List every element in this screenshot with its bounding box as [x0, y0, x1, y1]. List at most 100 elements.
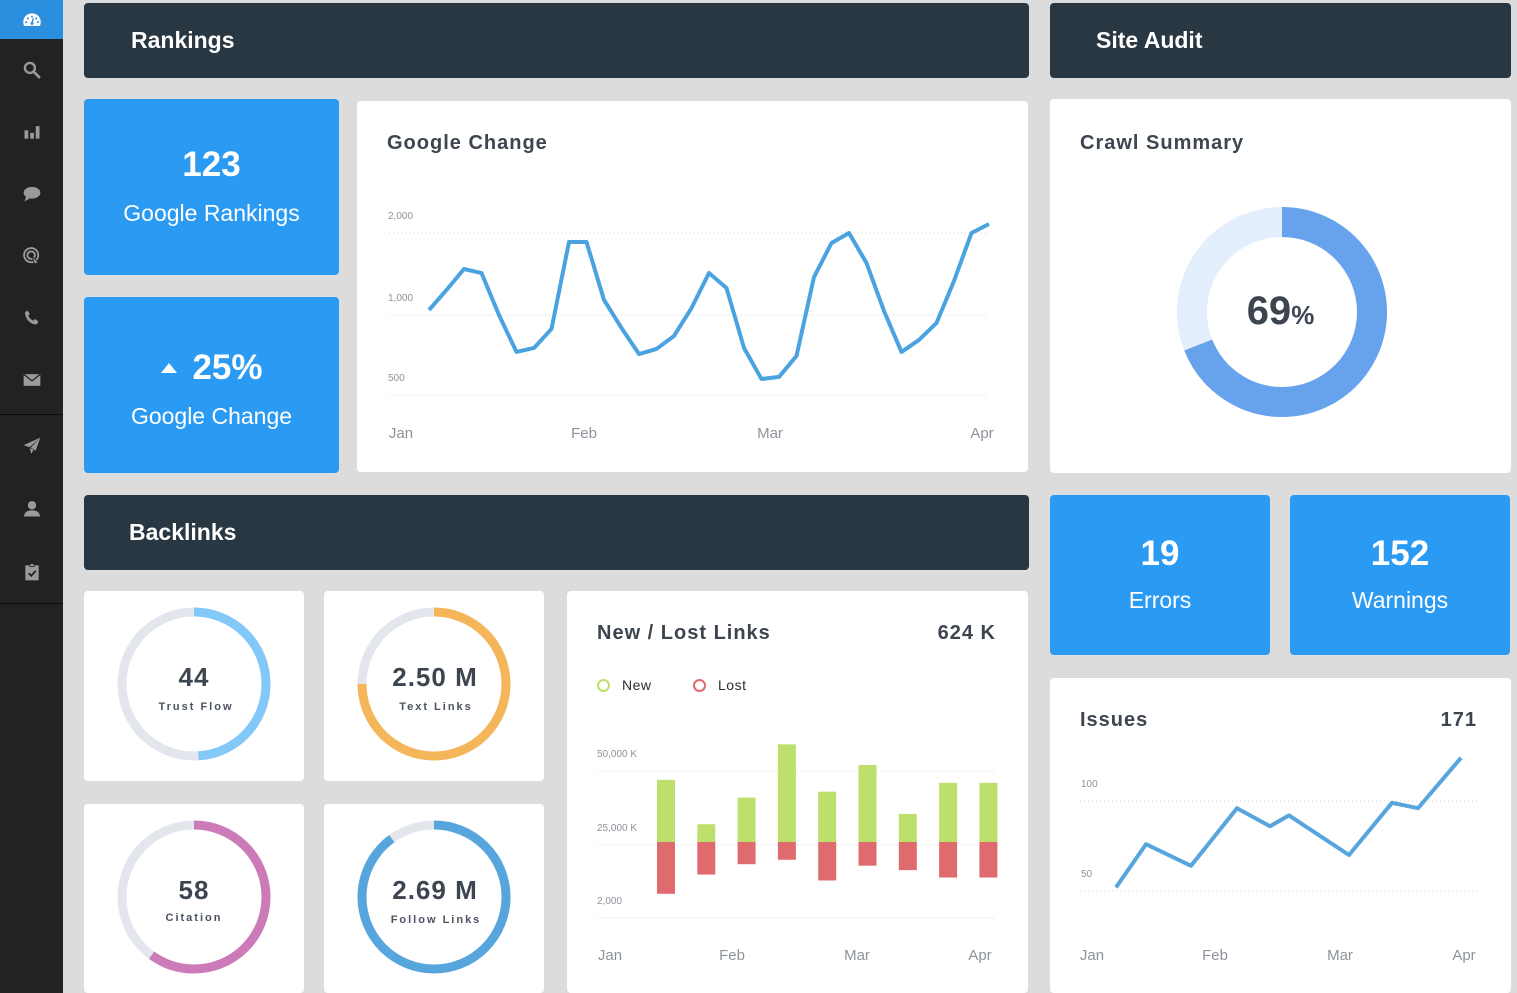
sidebar-item-mail[interactable]: [0, 349, 63, 411]
phone-icon: [24, 310, 38, 325]
bar-new: [777, 744, 796, 842]
issues-chart: 100 50 Jan Feb Mar Apr: [1080, 756, 1480, 964]
bar-lost: [898, 842, 917, 871]
google-rankings-label: Google Rankings: [123, 200, 300, 226]
citation-ring: 58 Citation: [117, 820, 271, 974]
google-change-label: Google Change: [130, 403, 293, 429]
follow-links-label: Follow Links: [391, 914, 482, 926]
bar-lost: [939, 842, 958, 878]
crawl-summary-value: 69: [1246, 289, 1292, 333]
comment-icon: [23, 186, 40, 202]
warnings-label: Warnings: [1351, 587, 1449, 613]
x-tick-label: Apr: [970, 425, 993, 442]
sidebar-item-users[interactable]: [0, 478, 63, 540]
new-lost-links-chart: 50,000 K 25,000 K 2,000 Jan Feb Mar Apr: [597, 744, 998, 964]
backlinks-header: Backlinks: [84, 495, 1029, 570]
errors-card[interactable]: 19 Errors: [1050, 495, 1270, 655]
backlinks-title: Backlinks: [129, 519, 237, 545]
y-tick-label: 50,000 K: [597, 749, 637, 760]
bar-new: [858, 765, 877, 842]
bar-lost: [657, 842, 675, 894]
text-links-card[interactable]: 2.50 M Text Links: [324, 591, 544, 781]
bar-new: [818, 791, 837, 842]
paper-plane-icon: [23, 437, 40, 454]
sidebar-item-reports[interactable]: [0, 101, 63, 163]
search-icon: [23, 61, 40, 79]
text-links-ring: 2.50 M Text Links: [357, 607, 511, 761]
x-tick-label: Feb: [719, 947, 745, 964]
y-tick-label: 50: [1081, 869, 1093, 880]
bar-new: [737, 797, 756, 842]
bar-lost: [979, 842, 998, 878]
x-tick-label: Apr: [968, 947, 991, 964]
errors-value: 19: [1140, 534, 1180, 573]
y-tick-label: 100: [1081, 779, 1098, 790]
citation-label: Citation: [166, 912, 223, 924]
x-tick-label: Jan: [1080, 947, 1104, 964]
new-lost-links-card: New / Lost Links 624 K New Lost 50,000 K…: [567, 591, 1028, 993]
crawl-summary-value-wrap: 69%: [1050, 289, 1511, 334]
y-tick-label: 500: [388, 373, 405, 384]
bar-lost: [697, 842, 716, 875]
citation-card[interactable]: 58 Citation: [84, 804, 304, 993]
x-tick-label: Mar: [1327, 947, 1353, 964]
trust-flow-label: Trust Flow: [159, 701, 234, 713]
crawl-summary-unit: %: [1291, 300, 1315, 330]
follow-links-value: 2.69 M: [392, 875, 478, 905]
bar-new: [979, 782, 998, 842]
bar-new: [697, 824, 716, 842]
follow-links-ring: 2.69 M Follow Links: [357, 820, 511, 974]
bar-new: [939, 782, 958, 842]
x-tick-label: Feb: [1202, 947, 1228, 964]
rankings-title: Rankings: [131, 27, 235, 53]
sidebar-item-tasks[interactable]: [0, 541, 63, 603]
google-change-chart: 2,000 1,000 500 Jan Feb Mar Apr: [388, 211, 994, 442]
sidebar-item-targeting[interactable]: [0, 225, 63, 287]
sidebar-item-messages[interactable]: [0, 163, 63, 225]
site-audit-title: Site Audit: [1096, 27, 1203, 53]
sidebar-item-search[interactable]: [0, 39, 63, 101]
user-icon: [23, 501, 40, 517]
bar-new: [898, 813, 917, 842]
errors-label: Errors: [1128, 587, 1192, 613]
bar-new: [657, 779, 675, 842]
sidebar-item-dashboard[interactable]: [0, 0, 63, 39]
x-tick-label: Mar: [757, 425, 783, 442]
google-rankings-card[interactable]: 123 Google Rankings: [84, 99, 339, 275]
x-tick-label: Feb: [571, 425, 597, 442]
bar-lost: [858, 842, 877, 866]
sidebar-item-calls[interactable]: [0, 287, 63, 349]
sidebar-divider: [0, 603, 63, 604]
y-tick-label: 2,000: [388, 211, 413, 222]
envelope-icon: [22, 373, 41, 386]
trust-flow-ring: 44 Trust Flow: [117, 607, 271, 761]
follow-links-card[interactable]: 2.69 M Follow Links: [324, 804, 544, 993]
x-tick-label: Jan: [389, 425, 413, 442]
trust-flow-card[interactable]: 44 Trust Flow: [84, 591, 304, 781]
google-rankings-value: 123: [182, 145, 241, 184]
x-tick-label: Mar: [844, 947, 870, 964]
site-audit-header: Site Audit: [1050, 3, 1511, 78]
y-tick-label: 25,000 K: [597, 823, 637, 834]
sidebar: [0, 0, 63, 993]
warnings-card[interactable]: 152 Warnings: [1290, 495, 1510, 655]
bar-lost: [737, 842, 756, 865]
google-change-chart-card: Google Change 2,000 1,000 500 Jan Feb Mar Apr: [357, 101, 1028, 472]
sidebar-item-send[interactable]: [0, 415, 63, 477]
google-change-value-row: 25%: [160, 350, 263, 385]
trust-flow-value: 44: [179, 662, 210, 692]
bar-chart-icon: [24, 126, 39, 139]
issues-series-line: [1114, 756, 1463, 889]
text-links-label: Text Links: [399, 701, 473, 713]
citation-value: 58: [179, 875, 210, 905]
warnings-value: 152: [1370, 534, 1430, 573]
x-tick-label: Apr: [1452, 947, 1475, 964]
bar-lost: [818, 842, 837, 881]
issues-card: Issues 171 100 50 Jan Feb Mar Apr: [1050, 678, 1511, 993]
clipboard-check-icon: [24, 563, 39, 581]
x-tick-label: Jan: [598, 947, 622, 964]
target-icon: [22, 247, 40, 266]
y-tick-label: 2,000: [597, 896, 622, 907]
bar-lost: [777, 842, 796, 860]
google-change-card[interactable]: 25% Google Change: [84, 297, 339, 473]
